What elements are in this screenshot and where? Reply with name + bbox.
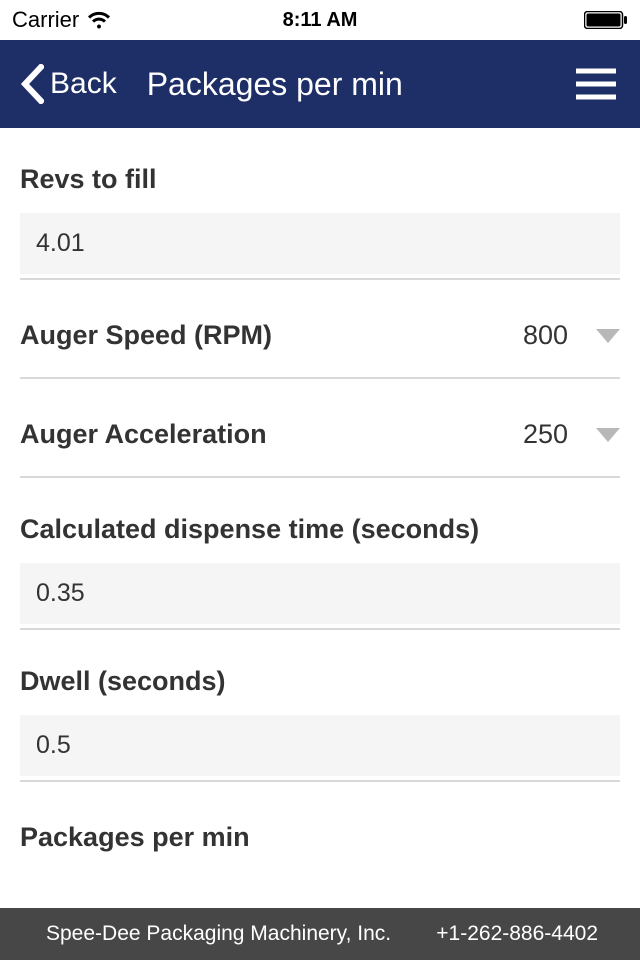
wifi-icon <box>87 7 111 33</box>
accel-dropdown[interactable]: Auger Acceleration 250 <box>20 379 620 476</box>
speed-label: Auger Speed (RPM) <box>20 320 272 351</box>
status-bar: Carrier 8:11 AM <box>0 0 640 40</box>
dispense-label: Calculated dispense time (seconds) <box>20 514 620 545</box>
footer-phone[interactable]: +1-262-886-4402 <box>436 922 598 946</box>
nav-bar: Back Packages per min <box>0 40 640 128</box>
main-content: Revs to fill 4.01 Auger Speed (RPM) 800 … <box>0 128 640 908</box>
speed-dropdown[interactable]: Auger Speed (RPM) 800 <box>20 280 620 377</box>
menu-button[interactable] <box>576 69 616 100</box>
menu-icon <box>576 69 616 74</box>
chevron-down-icon <box>596 329 620 343</box>
speed-value: 800 <box>523 320 568 351</box>
carrier-label: Carrier <box>12 7 79 33</box>
field-speed: Auger Speed (RPM) 800 <box>20 280 620 379</box>
page-title: Packages per min <box>147 66 403 103</box>
dwell-input[interactable]: 0.5 <box>20 715 620 776</box>
back-chevron-icon <box>20 64 44 104</box>
ppm-label: Packages per min <box>20 822 620 853</box>
footer-bar: Spee-Dee Packaging Machinery, Inc. +1-26… <box>0 908 640 960</box>
accel-value: 250 <box>523 419 568 450</box>
footer-company: Spee-Dee Packaging Machinery, Inc. <box>46 922 391 946</box>
back-label: Back <box>50 67 117 101</box>
field-dwell: Dwell (seconds) 0.5 <box>20 630 620 782</box>
field-accel: Auger Acceleration 250 <box>20 379 620 478</box>
field-ppm: Packages per min <box>20 782 620 853</box>
battery-icon <box>584 11 628 29</box>
field-revs: Revs to fill 4.01 <box>20 128 620 280</box>
revs-input[interactable]: 4.01 <box>20 213 620 274</box>
field-dispense: Calculated dispense time (seconds) 0.35 <box>20 478 620 630</box>
chevron-down-icon <box>596 428 620 442</box>
status-time: 8:11 AM <box>283 9 358 32</box>
accel-label: Auger Acceleration <box>20 419 267 450</box>
revs-label: Revs to fill <box>20 164 620 195</box>
dispense-input[interactable]: 0.35 <box>20 563 620 624</box>
dwell-label: Dwell (seconds) <box>20 666 620 697</box>
back-button[interactable]: Back <box>20 64 117 104</box>
